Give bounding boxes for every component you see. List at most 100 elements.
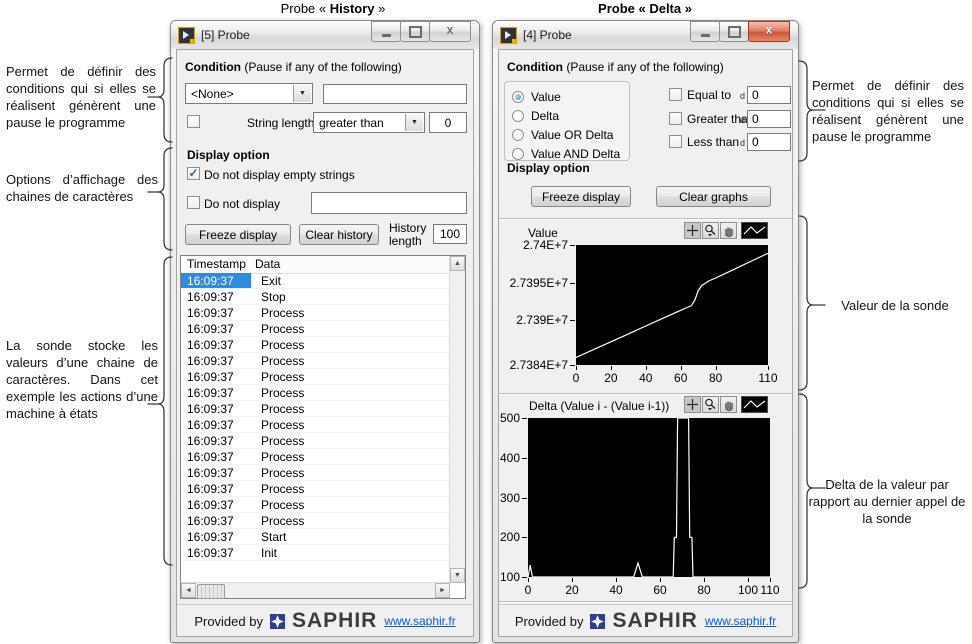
cell-data[interactable]: Process xyxy=(251,369,450,385)
table-header[interactable]: Timestamp Data xyxy=(181,256,450,274)
chevron-down-icon[interactable]: ▼ xyxy=(293,85,311,102)
condition-value-input[interactable]: 0 xyxy=(747,110,791,128)
cell-timestamp[interactable]: 16:09:37 xyxy=(181,337,251,353)
cell-timestamp[interactable]: 16:09:37 xyxy=(181,401,251,417)
table-row[interactable]: 16:09:37 Process xyxy=(181,513,450,529)
hide-empty-strings-checkbox[interactable] xyxy=(187,167,200,180)
scroll-up-icon[interactable]: ▲ xyxy=(450,256,465,271)
zoom-tool-button[interactable] xyxy=(702,222,719,239)
radio-icon[interactable] xyxy=(512,128,524,141)
cell-timestamp[interactable]: 16:09:37 xyxy=(181,433,251,449)
do-not-display-checkbox[interactable] xyxy=(187,196,200,209)
delta-plot-area[interactable] xyxy=(528,418,770,577)
table-row[interactable]: 16:09:37 Process xyxy=(181,465,450,481)
freeze-display-button[interactable]: Freeze display xyxy=(185,224,291,245)
string-length-checkbox[interactable] xyxy=(187,115,200,128)
pan-hand-tool-button[interactable] xyxy=(720,396,737,413)
cell-data[interactable]: Process xyxy=(251,449,450,465)
maximize-button[interactable] xyxy=(400,21,430,42)
cell-data[interactable]: Process xyxy=(251,321,450,337)
saphir-link[interactable]: www.saphir.fr xyxy=(384,614,455,628)
string-length-value-input[interactable]: 0 xyxy=(429,112,467,133)
table-row[interactable]: 16:09:37 Process xyxy=(181,433,450,449)
cell-timestamp[interactable]: 16:09:37 xyxy=(181,369,251,385)
saphir-link[interactable]: www.saphir.fr xyxy=(705,614,776,628)
crosshair-tool-button[interactable] xyxy=(684,222,701,239)
cell-timestamp[interactable]: 16:09:37 xyxy=(181,497,251,513)
crosshair-tool-button[interactable] xyxy=(684,396,701,413)
cell-data[interactable]: Process xyxy=(251,417,450,433)
cell-timestamp[interactable]: 16:09:37 xyxy=(181,305,251,321)
cell-timestamp[interactable]: 16:09:37 xyxy=(181,385,251,401)
scroll-right-icon[interactable]: ► xyxy=(435,583,450,598)
radio-delta[interactable]: Delta xyxy=(505,106,629,125)
cell-timestamp[interactable]: 16:09:37 xyxy=(181,529,251,545)
zoom-tool-button[interactable] xyxy=(702,396,719,413)
delta-plot-legend[interactable] xyxy=(741,396,768,413)
scroll-left-icon[interactable]: ◄ xyxy=(181,583,196,598)
table-row[interactable]: 16:09:37 Process xyxy=(181,321,450,337)
clear-history-button[interactable]: Clear history xyxy=(299,224,379,245)
cell-timestamp[interactable]: 16:09:37 xyxy=(181,513,251,529)
condition-checkbox[interactable] xyxy=(669,135,682,148)
cell-data[interactable]: Process xyxy=(251,513,450,529)
vertical-scrollbar[interactable]: ▲ ▼ xyxy=(449,256,465,583)
radio-icon[interactable] xyxy=(512,147,524,160)
table-row[interactable]: 16:09:37 Init xyxy=(181,545,450,561)
table-row[interactable]: 16:09:37 Process xyxy=(181,369,450,385)
horizontal-scrollbar[interactable]: ◄ ► xyxy=(181,582,450,599)
minimize-button[interactable] xyxy=(690,21,720,42)
table-row[interactable]: 16:09:37 Process xyxy=(181,385,450,401)
table-row[interactable]: 16:09:37 Exit xyxy=(181,273,450,289)
condition-value-input[interactable] xyxy=(323,84,467,104)
cell-data[interactable]: Process xyxy=(251,433,450,449)
history-length-input[interactable]: 100 xyxy=(433,224,467,244)
value-plot-legend[interactable] xyxy=(741,222,768,239)
cell-timestamp[interactable]: 16:09:37 xyxy=(181,353,251,369)
column-header-data[interactable]: Data xyxy=(255,257,280,271)
radio-icon[interactable] xyxy=(512,90,524,103)
cell-timestamp[interactable]: 16:09:37 xyxy=(181,481,251,497)
cell-data[interactable]: Process xyxy=(251,401,450,417)
cell-timestamp[interactable]: 16:09:37 xyxy=(181,417,251,433)
table-row[interactable]: 16:09:37 Process xyxy=(181,305,450,321)
table-row[interactable]: 16:09:37 Process xyxy=(181,449,450,465)
table-row[interactable]: 16:09:37 Start xyxy=(181,529,450,545)
table-row[interactable]: 16:09:37 Process xyxy=(181,481,450,497)
table-row[interactable]: 16:09:37 Process xyxy=(181,497,450,513)
scroll-down-icon[interactable]: ▼ xyxy=(450,568,465,583)
cell-timestamp[interactable]: 16:09:37 xyxy=(181,273,251,289)
increment-glyph-icon[interactable]: d xyxy=(740,115,745,125)
condition-checkbox[interactable] xyxy=(669,112,682,125)
clear-graphs-button[interactable]: Clear graphs xyxy=(656,186,771,207)
condition-type-dropdown[interactable]: <None> ▼ xyxy=(185,83,313,104)
string-length-op-dropdown[interactable]: greater than ▼ xyxy=(313,112,425,133)
radio-value[interactable]: Value xyxy=(505,87,629,106)
cell-data[interactable]: Init xyxy=(251,545,450,561)
minimize-button[interactable] xyxy=(371,21,401,42)
column-header-timestamp[interactable]: Timestamp xyxy=(187,257,246,271)
cell-timestamp[interactable]: 16:09:37 xyxy=(181,545,251,561)
cell-timestamp[interactable]: 16:09:37 xyxy=(181,321,251,337)
cell-timestamp[interactable]: 16:09:37 xyxy=(181,449,251,465)
increment-glyph-icon[interactable]: d xyxy=(740,138,745,148)
cell-data[interactable]: Process xyxy=(251,353,450,369)
cell-data[interactable]: Start xyxy=(251,529,450,545)
scrollbar-thumb[interactable] xyxy=(197,584,225,599)
cell-data[interactable]: Process xyxy=(251,305,450,321)
cell-data[interactable]: Process xyxy=(251,337,450,353)
cell-timestamp[interactable]: 16:09:37 xyxy=(181,289,251,305)
condition-value-input[interactable]: 0 xyxy=(747,133,791,151)
pan-hand-tool-button[interactable] xyxy=(720,222,737,239)
radio-icon[interactable] xyxy=(512,109,524,122)
cell-data[interactable]: Exit xyxy=(251,273,450,289)
increment-glyph-icon[interactable]: d xyxy=(740,91,745,101)
do-not-display-input[interactable] xyxy=(311,192,467,214)
table-row[interactable]: 16:09:37 Process xyxy=(181,417,450,433)
radio-value-or-delta[interactable]: Value OR Delta xyxy=(505,125,629,144)
condition-value-input[interactable]: 0 xyxy=(747,86,791,104)
close-button[interactable]: X xyxy=(429,21,471,42)
value-plot-area[interactable] xyxy=(576,245,768,365)
maximize-button[interactable] xyxy=(719,21,749,42)
cell-data[interactable]: Stop xyxy=(251,289,450,305)
